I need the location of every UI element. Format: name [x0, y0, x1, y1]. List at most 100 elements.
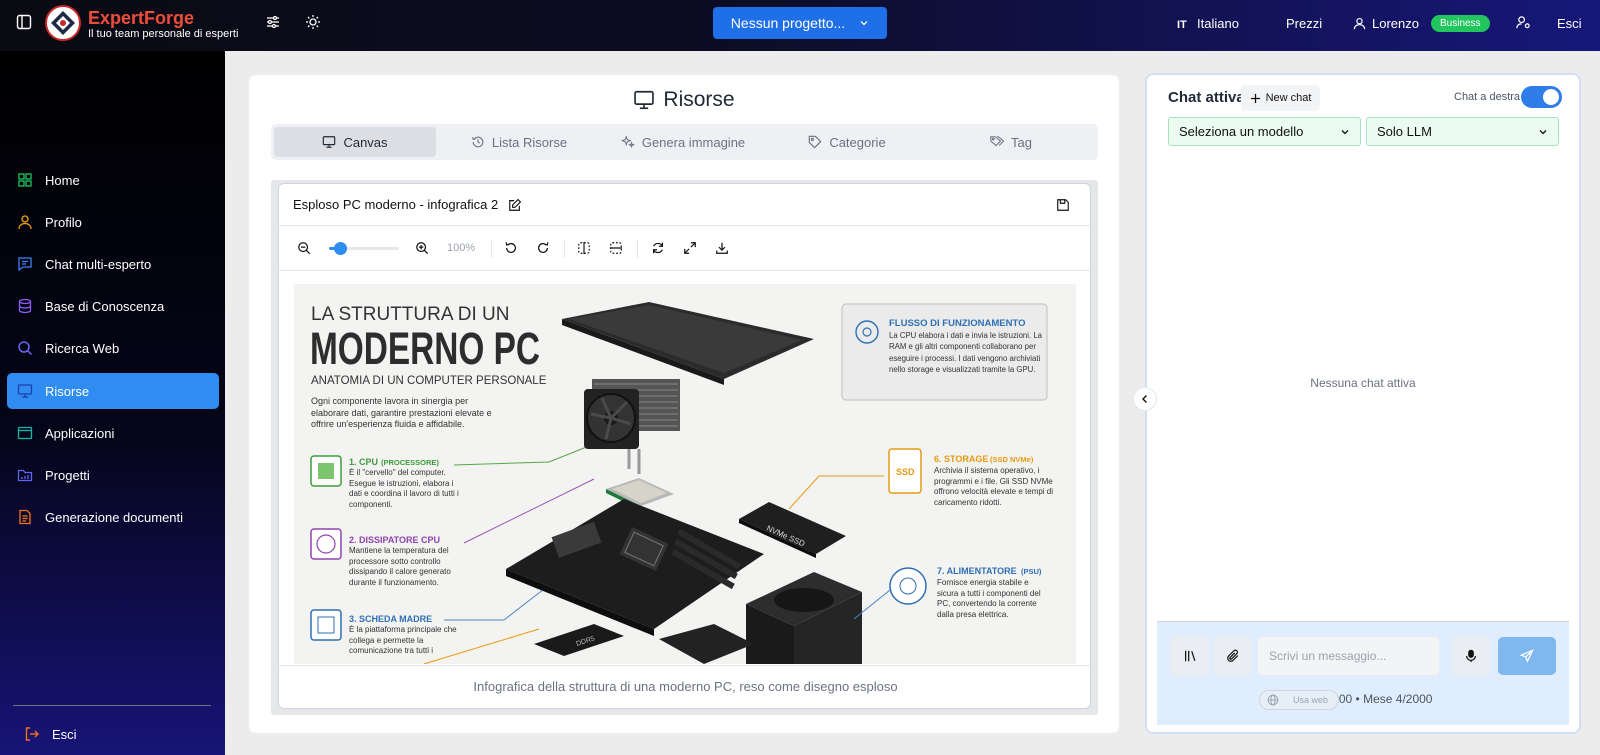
motherboard-icon	[310, 609, 342, 641]
tab-genera-immagine[interactable]: Genera immagine	[602, 127, 764, 157]
canvas-image[interactable]: LA STRUTTURA DI UN MODERNO PC ANATOMIA D…	[294, 284, 1076, 664]
zoom-out-icon[interactable]	[295, 239, 313, 257]
zoom-in-icon[interactable]	[413, 239, 431, 257]
language-selector[interactable]: IT Italiano	[1177, 0, 1239, 46]
zoom-slider[interactable]	[329, 242, 399, 255]
download-icon[interactable]	[713, 239, 731, 257]
page-title: Risorse	[249, 88, 1119, 112]
chat-position-toggle[interactable]	[1521, 86, 1562, 108]
sidebar-item-applicazioni[interactable]: Applicazioni	[7, 415, 219, 451]
psu-icon	[889, 567, 927, 605]
flow-title: FLUSSO DI FUNZIONAMENTO	[889, 318, 1026, 329]
sidebar-item-label: Progetti	[45, 467, 90, 483]
user-menu[interactable]: Lorenzo Business	[1353, 0, 1490, 46]
sidebar-divider	[13, 705, 211, 706]
reset-icon[interactable]	[649, 239, 667, 257]
microphone-icon	[1464, 649, 1478, 663]
sidebar-item-profilo[interactable]: Profilo	[7, 204, 219, 240]
page-title-text: Risorse	[663, 88, 735, 111]
microphone-button[interactable]	[1452, 637, 1490, 675]
model-select[interactable]: Seleziona un modello	[1168, 117, 1361, 146]
sidebar-item-ricerca-web[interactable]: Ricerca Web	[7, 330, 219, 366]
save-icon[interactable]	[1056, 198, 1070, 212]
sidebar-item-label: Profilo	[45, 214, 82, 230]
prices-link[interactable]: Prezzi	[1286, 0, 1322, 46]
sidebar-item-home[interactable]: Home	[7, 162, 219, 198]
item-tag: (PROCESSORE)	[381, 458, 439, 467]
rotate-left-icon[interactable]	[502, 239, 520, 257]
chevron-down-icon	[859, 18, 869, 28]
resources-panel: Risorse Canvas Lista Risorse Genera imma…	[249, 75, 1119, 733]
infographic-heading-big: MODERNO PC	[310, 323, 540, 374]
app-window-icon	[17, 425, 33, 441]
collapse-panel-button[interactable]	[1133, 387, 1157, 411]
chat-icon	[17, 256, 33, 272]
infographic-subtitle: ANATOMIA DI UN COMPUTER PERSONALE	[311, 375, 547, 387]
tab-categorie[interactable]: Categorie	[766, 127, 928, 157]
plus-icon	[1250, 93, 1261, 104]
send-button[interactable]	[1498, 637, 1556, 675]
sidebar-item-label: Home	[45, 172, 80, 188]
sidebar-item-risorse[interactable]: Risorse	[7, 373, 219, 409]
tab-tag[interactable]: Tag	[930, 127, 1092, 157]
sidebar-item-base-di-conoscenza[interactable]: Base di Conoscenza	[7, 288, 219, 324]
tab-lista-risorse[interactable]: Lista Risorse	[438, 127, 600, 157]
item-text: Fornisce energia stabile e sicura a tutt…	[937, 578, 1041, 620]
edit-icon[interactable]	[508, 198, 522, 212]
chat-composer: Oggi 4/200 • Mese 4/2000 Usa web	[1157, 621, 1569, 725]
canvas-title: Esploso PC moderno - infografica 2	[293, 197, 499, 212]
logout-link[interactable]: Esci	[1557, 0, 1582, 46]
user-settings-icon[interactable]	[1516, 15, 1531, 30]
sidebar-item-progetti[interactable]: Progetti	[7, 457, 219, 493]
monitor-icon	[633, 89, 655, 111]
document-icon	[17, 509, 33, 525]
sidebar-item-label: Ricerca Web	[45, 340, 120, 356]
project-selector-button[interactable]: Nessun progetto...	[713, 7, 887, 39]
globe-icon	[1267, 694, 1279, 706]
mode-select-value: Solo LLM	[1377, 124, 1432, 139]
attach-button[interactable]	[1214, 637, 1252, 675]
chat-position-label: Chat a destra	[1454, 91, 1521, 103]
canvas-toolbar: 100%	[279, 227, 1090, 271]
sidebar-toggle-icon[interactable]	[16, 14, 32, 30]
language-label: Italiano	[1197, 15, 1239, 31]
rotate-right-icon[interactable]	[534, 239, 552, 257]
new-chat-label: New chat	[1265, 92, 1312, 104]
new-chat-button[interactable]: New chat	[1241, 85, 1320, 111]
mode-select[interactable]: Solo LLM	[1366, 117, 1559, 146]
item-title: 2. DISSIPATORE CPU	[349, 535, 440, 545]
plan-badge: Business	[1430, 14, 1490, 32]
usage-counter: Oggi 4/200 • Mese 4/2000	[1293, 692, 1433, 706]
filter-settings-icon[interactable]	[265, 14, 281, 30]
logo	[45, 5, 81, 41]
search-icon	[17, 340, 33, 356]
sidebar-item-chat-multi-esperto[interactable]: Chat multi-esperto	[7, 246, 219, 282]
ssd-icon-label: SSD	[896, 467, 915, 477]
item-text: È il "cervello" del computer. Esegue le …	[349, 468, 459, 510]
sidebar-item-label: Chat multi-esperto	[45, 256, 152, 272]
flip-vertical-icon[interactable]	[607, 239, 625, 257]
theme-sun-icon[interactable]	[305, 14, 321, 30]
fan-icon	[310, 528, 342, 560]
fullscreen-icon[interactable]	[681, 239, 699, 257]
library-button[interactable]	[1171, 637, 1209, 675]
web-search-chip[interactable]: Usa web	[1259, 690, 1339, 710]
tab-canvas[interactable]: Canvas	[274, 127, 436, 157]
message-input[interactable]	[1258, 637, 1439, 675]
item-tag: (PSU)	[1021, 567, 1042, 576]
sidebar-logout[interactable]: Esci	[14, 716, 226, 752]
item-title: 6. STORAGE	[934, 454, 988, 464]
toggle-knob	[1543, 89, 1559, 105]
logout-icon	[24, 726, 40, 742]
tags-icon	[990, 135, 1005, 149]
tab-label: Categorie	[829, 134, 886, 150]
item-tag: (SSD NVMe)	[990, 455, 1034, 464]
chevron-down-icon	[1538, 127, 1548, 137]
flip-horizontal-icon[interactable]	[575, 239, 593, 257]
sidebar-item-generazione-documenti[interactable]: Generazione documenti	[7, 499, 219, 535]
translate-icon: IT	[1177, 16, 1191, 30]
monitor-icon	[322, 135, 336, 149]
item-text: È la piattaforma principale che collega …	[349, 625, 457, 656]
web-chip-label: Usa web	[1293, 695, 1329, 705]
zoom-slider-handle[interactable]	[333, 242, 347, 255]
